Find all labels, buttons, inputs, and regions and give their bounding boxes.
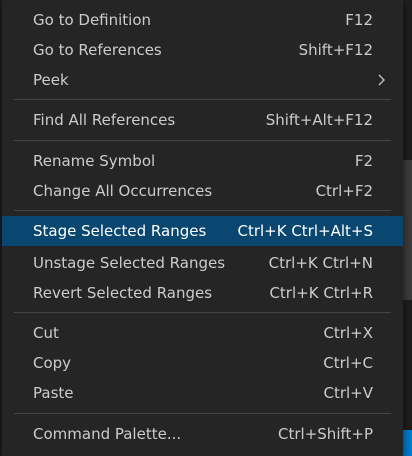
menu-item-shortcut: Shift+F12 [298,41,373,59]
menu-item-cut[interactable]: Cut Ctrl+X [2,318,403,348]
menu-separator [14,99,391,100]
menu-item-label: Change All Occurrences [33,182,213,200]
menu-item-label: Command Palette... [33,425,182,443]
menu-item-label: Go to Definition [33,11,152,29]
menu-item-shortcut: F2 [354,152,373,170]
menu-item-paste[interactable]: Paste Ctrl+V [2,378,403,408]
menu-item-copy[interactable]: Copy Ctrl+C [2,348,403,378]
menu-separator [14,413,391,414]
menu-item-label: Peek [33,71,69,89]
menu-item-shortcut: Ctrl+K Ctrl+N [268,254,373,272]
menu-item-find-all-references[interactable]: Find All References Shift+Alt+F12 [2,105,403,135]
menu-separator [14,210,391,211]
menu-item-go-to-definition[interactable]: Go to Definition F12 [2,5,403,35]
menu-item-unstage-selected-ranges[interactable]: Unstage Selected Ranges Ctrl+K Ctrl+N [2,248,403,278]
menu-separator [14,140,391,141]
context-menu: Go to Definition F12 Go to References Sh… [2,0,403,456]
menu-separator [14,312,391,313]
menu-item-shortcut: Ctrl+C [323,354,373,372]
status-bar-edge [403,430,412,456]
menu-item-revert-selected-ranges[interactable]: Revert Selected Ranges Ctrl+K Ctrl+R [2,278,403,308]
menu-item-rename-symbol[interactable]: Rename Symbol F2 [2,146,403,176]
menu-item-label: Go to References [33,41,162,59]
menu-item-go-to-references[interactable]: Go to References Shift+F12 [2,35,403,65]
menu-item-shortcut: Ctrl+V [323,384,373,402]
menu-item-shortcut: Ctrl+X [323,324,373,342]
menu-item-shortcut: Ctrl+K Ctrl+R [269,284,373,302]
menu-item-shortcut: Shift+Alt+F12 [265,111,373,129]
menu-item-label: Revert Selected Ranges [33,284,213,302]
menu-item-label: Rename Symbol [33,152,156,170]
menu-item-shortcut: F12 [345,11,373,29]
menu-item-label: Stage Selected Ranges [33,222,207,240]
menu-item-command-palette[interactable]: Command Palette... Ctrl+Shift+P [2,419,403,449]
menu-item-label: Cut [33,324,59,342]
menu-item-peek[interactable]: Peek [2,65,403,95]
menu-item-label: Find All References [33,111,176,129]
editor-scrollbar[interactable] [403,160,412,300]
menu-item-stage-selected-ranges[interactable]: Stage Selected Ranges Ctrl+K Ctrl+Alt+S [2,216,403,246]
menu-item-shortcut: Ctrl+K Ctrl+Alt+S [237,222,373,240]
menu-item-label: Unstage Selected Ranges [33,254,226,272]
menu-item-label: Paste [33,384,74,402]
menu-item-shortcut: Ctrl+F2 [315,182,373,200]
menu-item-label: Copy [33,354,72,372]
menu-item-change-all-occurrences[interactable]: Change All Occurrences Ctrl+F2 [2,176,403,206]
menu-item-shortcut: Ctrl+Shift+P [278,425,373,443]
